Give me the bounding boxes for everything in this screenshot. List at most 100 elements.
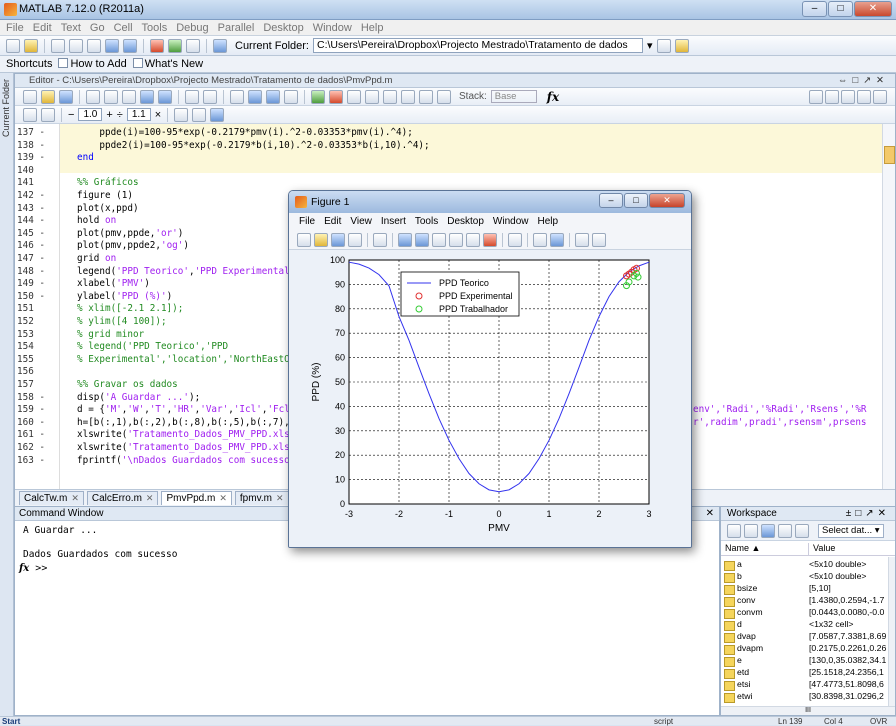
code-line[interactable]: % Experimental','location','NorthEastO bbox=[77, 354, 290, 365]
line-number[interactable]: 141 bbox=[15, 177, 59, 188]
how-to-add-link[interactable]: How to Add bbox=[58, 58, 127, 70]
cell-display-icon-2[interactable] bbox=[192, 107, 207, 122]
save-workspace-icon[interactable] bbox=[778, 523, 792, 538]
guide-icon[interactable] bbox=[168, 38, 182, 53]
code-line[interactable]: ppde(i)=100-95*exp(-0.2179*pmv(i).^2-0.0… bbox=[77, 127, 412, 138]
code-line[interactable]: plot(pmv,ppde,'or') bbox=[77, 228, 183, 239]
code-line[interactable]: xlswrite('Tratamento_Dados_PMV_PPD.xls bbox=[77, 442, 290, 453]
print-icon[interactable] bbox=[185, 89, 199, 104]
new-variable-icon[interactable] bbox=[727, 523, 741, 538]
print-icon[interactable] bbox=[795, 523, 809, 538]
brush-icon[interactable] bbox=[483, 232, 497, 247]
menu-window[interactable]: Window bbox=[313, 22, 352, 34]
step-in-icon[interactable] bbox=[383, 89, 397, 104]
step-out-icon[interactable] bbox=[401, 89, 415, 104]
menu-debug[interactable]: Debug bbox=[176, 22, 208, 34]
workspace-row[interactable]: etwi [30.8398,31.0296,2 bbox=[721, 691, 889, 703]
menu-tools[interactable]: Tools bbox=[142, 22, 168, 34]
code-line[interactable]: grid on bbox=[77, 253, 116, 264]
line-number[interactable]: 142 - bbox=[15, 190, 59, 201]
cell-plus-button[interactable]: + bbox=[106, 109, 112, 121]
workspace-row[interactable]: d <1x32 cell> bbox=[721, 619, 889, 631]
tile-layout-icon[interactable] bbox=[809, 89, 823, 104]
browse-folder-icon[interactable] bbox=[656, 38, 671, 53]
figure-menu-edit[interactable]: Edit bbox=[324, 216, 341, 227]
editor-tab[interactable]: PmvPpd.m ✕ bbox=[161, 491, 232, 505]
figure-minimize-button[interactable]: – bbox=[599, 193, 623, 208]
publish-icon[interactable] bbox=[210, 107, 225, 122]
line-number[interactable]: 152 bbox=[15, 316, 59, 327]
code-line[interactable]: plot(pmv,ppde2,'og') bbox=[77, 240, 189, 251]
eval-cell-advance-icon[interactable] bbox=[41, 107, 55, 122]
code-line[interactable]: d = {'M','W','T','HR','Var','Icl','Fcl bbox=[77, 404, 290, 415]
figure-menu-view[interactable]: View bbox=[350, 216, 372, 227]
code-line[interactable]: % legend('PPD Teorico','PPD bbox=[77, 341, 228, 352]
forward-icon[interactable] bbox=[266, 89, 280, 104]
save-icon[interactable] bbox=[59, 89, 73, 104]
cut-icon[interactable] bbox=[51, 38, 65, 53]
line-number[interactable]: 144 - bbox=[15, 215, 59, 226]
figure-menu-help[interactable]: Help bbox=[538, 216, 559, 227]
code-line[interactable]: figure (1) bbox=[77, 190, 133, 201]
code-line[interactable]: xlabel('PMV') bbox=[77, 278, 150, 289]
workspace-row[interactable]: convm [0.0443,0.0080,-0.0 bbox=[721, 607, 889, 619]
close-tab-icon[interactable]: ✕ bbox=[219, 493, 227, 503]
find-icon[interactable] bbox=[203, 89, 217, 104]
line-number[interactable]: 163 - bbox=[15, 455, 59, 466]
breakpoint-icon[interactable] bbox=[329, 89, 343, 104]
figure-menu-tools[interactable]: Tools bbox=[415, 216, 438, 227]
line-number[interactable]: 162 - bbox=[15, 442, 59, 453]
maximize-doc-icon[interactable] bbox=[873, 89, 887, 104]
workspace-vertical-scrollbar[interactable] bbox=[888, 557, 895, 707]
hide-plot-tools-icon[interactable] bbox=[575, 232, 589, 247]
ppd-pmv-plot[interactable]: -3 -2 -1 0 1 2 30102030405060708090100PMVPPD (… bbox=[289, 250, 691, 548]
redo-icon[interactable] bbox=[158, 89, 172, 104]
line-number[interactable]: 154 bbox=[15, 341, 59, 352]
cell-value-input-1[interactable]: 1.0 bbox=[78, 108, 103, 121]
workspace-row[interactable]: conv [1.4380,0.2594,-1.7 bbox=[721, 595, 889, 607]
menu-desktop[interactable]: Desktop bbox=[263, 22, 303, 34]
menu-edit[interactable]: Edit bbox=[33, 22, 52, 34]
line-number[interactable]: 151 bbox=[15, 303, 59, 314]
workspace-row[interactable]: etd [25.1518,24.2356,1 bbox=[721, 667, 889, 679]
minimize-button[interactable]: – bbox=[802, 1, 827, 17]
help-icon[interactable] bbox=[213, 38, 227, 53]
cell-display-icon[interactable] bbox=[174, 107, 189, 122]
close-button[interactable]: ✕ bbox=[854, 1, 892, 17]
figure-maximize-button[interactable]: □ bbox=[624, 193, 648, 208]
colorbar-icon[interactable] bbox=[533, 232, 547, 247]
redo-icon[interactable] bbox=[123, 38, 137, 53]
maximize-button[interactable]: □ bbox=[828, 1, 853, 17]
line-number[interactable]: 148 - bbox=[15, 266, 59, 277]
code-line[interactable]: ppde2(i)=100-95*exp(-0.2179*b(i,10).^2-0… bbox=[77, 140, 429, 151]
cell-divide-button[interactable]: ÷ bbox=[117, 109, 123, 121]
line-number[interactable]: 150 - bbox=[15, 291, 59, 302]
undo-icon[interactable] bbox=[105, 38, 119, 53]
code-line[interactable]: % grid minor bbox=[77, 329, 144, 340]
menu-go[interactable]: Go bbox=[90, 22, 105, 34]
figure-menu-window[interactable]: Window bbox=[493, 216, 529, 227]
code-line[interactable]: xlswrite('Tratamento_Dados_PMV_PPD.xls bbox=[77, 429, 290, 440]
line-number[interactable]: 157 bbox=[15, 379, 59, 390]
code-line[interactable]: % xlim([-2.1 2.1]); bbox=[77, 303, 183, 314]
pan-icon[interactable] bbox=[432, 232, 446, 247]
line-number[interactable]: 158 - bbox=[15, 392, 59, 403]
clear-breakpoints-icon[interactable] bbox=[347, 89, 361, 104]
split-top-bottom-icon[interactable] bbox=[841, 89, 855, 104]
undo-icon[interactable] bbox=[140, 89, 154, 104]
zoom-in-icon[interactable] bbox=[398, 232, 412, 247]
folder-dropdown-icon[interactable]: ▾ bbox=[647, 39, 653, 52]
code-line[interactable]: fprintf('\nDados Guardados com sucesso bbox=[77, 455, 290, 466]
line-number[interactable]: 161 - bbox=[15, 429, 59, 440]
save-figure-icon[interactable] bbox=[331, 232, 345, 247]
code-line[interactable]: h=[b(:,1),b(:,2),b(:,8),b(:,5),b(:,7), bbox=[77, 417, 290, 428]
whats-new-link[interactable]: What's New bbox=[132, 58, 203, 70]
cell-value-input-2[interactable]: 1.1 bbox=[126, 108, 151, 121]
workspace-row[interactable]: bsize [5,10] bbox=[721, 583, 889, 595]
code-line[interactable]: %% Gráficos bbox=[77, 177, 139, 188]
fx-icon[interactable]: fx bbox=[547, 90, 559, 104]
code-line[interactable]: disp('A Guardar ...'); bbox=[77, 392, 200, 403]
paste-icon[interactable] bbox=[122, 89, 136, 104]
current-folder-sidebar-tab[interactable]: Current Folder bbox=[0, 73, 14, 725]
current-folder-input[interactable]: C:\Users\Pereira\Dropbox\Projecto Mestra… bbox=[312, 38, 643, 53]
